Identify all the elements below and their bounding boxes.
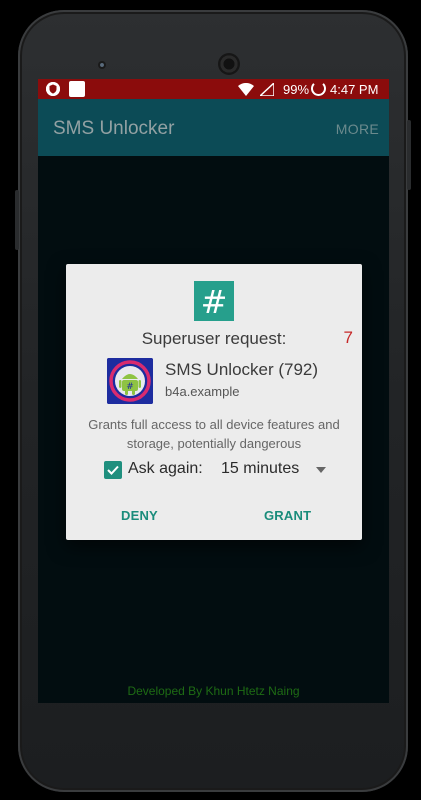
- dropdown-arrow-icon[interactable]: [316, 467, 326, 473]
- developer-credit: Developed By Khun Htetz Naing: [127, 684, 300, 698]
- earpiece-speaker: [218, 53, 240, 75]
- ask-again-row: Ask again: 15 minutes: [104, 460, 334, 482]
- permission-description: Grants full access to all device feature…: [88, 417, 340, 451]
- duration-select[interactable]: 15 minutes: [221, 460, 299, 478]
- wifi-icon: [238, 82, 254, 99]
- superuser-hash-icon: #: [194, 281, 234, 321]
- status-bar: 99% 4:47 PM: [38, 79, 389, 99]
- svg-text:#: #: [126, 382, 134, 392]
- app-bar: SMS Unlocker MORE: [38, 99, 389, 156]
- notification-icon: [69, 81, 85, 97]
- superuser-dialog: # Superuser request: 7 # SMS Unlocker (7…: [66, 264, 362, 540]
- signal-icon: [258, 81, 275, 99]
- volume-button: [407, 120, 411, 190]
- more-button[interactable]: MORE: [336, 121, 379, 137]
- battery-percent: 99%: [283, 82, 310, 97]
- requesting-app-package: b4a.example: [165, 384, 240, 399]
- requesting-app-name: SMS Unlocker (792): [165, 360, 319, 379]
- shield-icon: [46, 82, 60, 96]
- ask-again-label: Ask again:: [128, 460, 203, 477]
- deny-button[interactable]: DENY: [121, 508, 158, 523]
- front-camera: [98, 61, 106, 69]
- app-title: SMS Unlocker: [53, 118, 175, 139]
- power-button: [15, 190, 19, 250]
- battery-ring-icon: [311, 81, 326, 96]
- grant-button[interactable]: GRANT: [264, 508, 311, 523]
- countdown-timer: 7: [343, 328, 353, 347]
- clock: 4:47 PM: [330, 82, 379, 97]
- dialog-title: Superuser request:: [141, 329, 287, 348]
- ask-again-checkbox[interactable]: [104, 461, 122, 479]
- app-android-icon: #: [107, 358, 153, 404]
